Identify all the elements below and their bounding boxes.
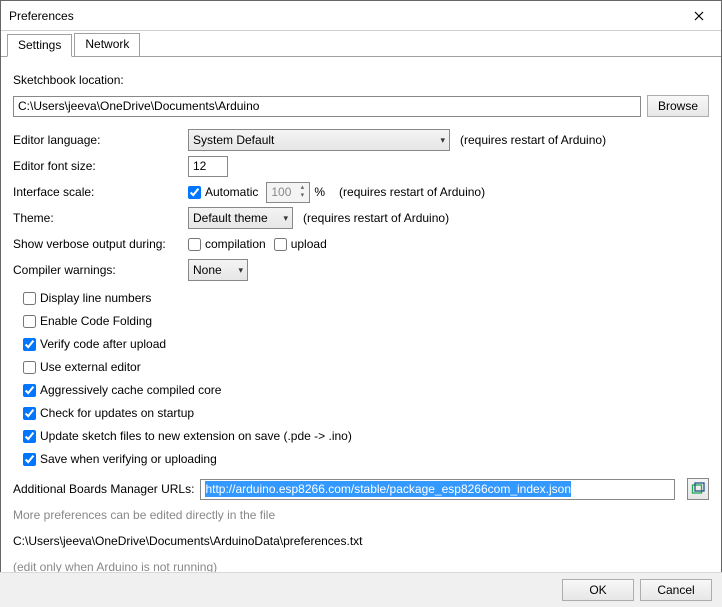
close-icon	[694, 11, 704, 21]
close-button[interactable]	[676, 1, 721, 30]
sketchbook-label: Sketchbook location:	[13, 73, 124, 87]
browse-button[interactable]: Browse	[647, 95, 709, 117]
compilation-checkbox-input[interactable]	[188, 238, 201, 251]
interface-scale-label: Interface scale:	[13, 185, 188, 199]
restart-note: (requires restart of Arduino)	[460, 133, 606, 147]
compiler-warnings-value: None	[193, 263, 222, 277]
boards-url-expand-button[interactable]	[687, 478, 709, 500]
restart-note-theme: (requires restart of Arduino)	[303, 211, 449, 225]
opt-verify-upload[interactable]: Verify code after upload	[23, 337, 166, 351]
upload-checkbox-input[interactable]	[274, 238, 287, 251]
opt-line-numbers[interactable]: Display line numbers	[23, 291, 151, 305]
compiler-warnings-label: Compiler warnings:	[13, 263, 188, 277]
compilation-checkbox[interactable]: compilation	[188, 237, 266, 251]
theme-label: Theme:	[13, 211, 188, 225]
settings-panel: Sketchbook location: Browse Editor langu…	[1, 57, 721, 590]
dialog-footer: OK Cancel	[0, 572, 722, 607]
theme-dropdown[interactable]: Default theme ▾	[188, 207, 293, 229]
upload-checkbox[interactable]: upload	[274, 237, 327, 251]
scale-value: 100	[271, 185, 291, 199]
upload-label: upload	[291, 237, 327, 251]
font-size-input[interactable]	[188, 156, 228, 177]
editor-language-dropdown[interactable]: System Default ▾	[188, 129, 450, 151]
automatic-label: Automatic	[205, 185, 258, 199]
options-list: Display line numbers Enable Code Folding…	[23, 287, 709, 470]
opt-cache-core[interactable]: Aggressively cache compiled core	[23, 383, 221, 397]
window-icon	[691, 482, 705, 496]
cancel-button[interactable]: Cancel	[640, 579, 712, 601]
font-size-label: Editor font size:	[13, 159, 188, 173]
tab-network[interactable]: Network	[74, 33, 140, 56]
titlebar: Preferences	[1, 1, 721, 31]
ok-button[interactable]: OK	[562, 579, 634, 601]
compiler-warnings-dropdown[interactable]: None ▾	[188, 259, 248, 281]
editor-language-value: System Default	[193, 133, 274, 147]
boards-url-label: Additional Boards Manager URLs:	[13, 482, 194, 496]
editor-language-label: Editor language:	[13, 133, 188, 147]
tabs: Settings Network	[1, 31, 721, 57]
scale-spinner[interactable]: 100 ▴▾	[266, 182, 310, 203]
opt-external-editor[interactable]: Use external editor	[23, 360, 141, 374]
percent-label: %	[314, 185, 325, 199]
boards-url-input[interactable]: http://arduino.esp8266.com/stable/packag…	[200, 479, 675, 500]
tab-settings[interactable]: Settings	[7, 34, 72, 57]
window-title: Preferences	[9, 9, 74, 23]
chevron-down-icon: ▾	[283, 213, 288, 224]
verbose-label: Show verbose output during:	[13, 237, 188, 251]
theme-value: Default theme	[193, 211, 268, 225]
spinner-arrows-icon: ▴▾	[296, 184, 308, 201]
chevron-down-icon: ▾	[238, 265, 243, 276]
restart-note-scale: (requires restart of Arduino)	[339, 185, 485, 199]
chevron-down-icon: ▾	[440, 135, 445, 146]
automatic-checkbox-input[interactable]	[188, 186, 201, 199]
boards-url-value: http://arduino.esp8266.com/stable/packag…	[205, 481, 571, 497]
more-prefs-note: More preferences can be edited directly …	[13, 508, 275, 522]
opt-code-folding[interactable]: Enable Code Folding	[23, 314, 152, 328]
sketchbook-path-input[interactable]	[13, 96, 641, 117]
opt-update-ext[interactable]: Update sketch files to new extension on …	[23, 429, 352, 443]
opt-check-updates[interactable]: Check for updates on startup	[23, 406, 194, 420]
prefs-path[interactable]: C:\Users\jeeva\OneDrive\Documents\Arduin…	[13, 534, 362, 548]
automatic-checkbox[interactable]: Automatic	[188, 185, 258, 199]
opt-save-verify[interactable]: Save when verifying or uploading	[23, 452, 217, 466]
compilation-label: compilation	[205, 237, 266, 251]
